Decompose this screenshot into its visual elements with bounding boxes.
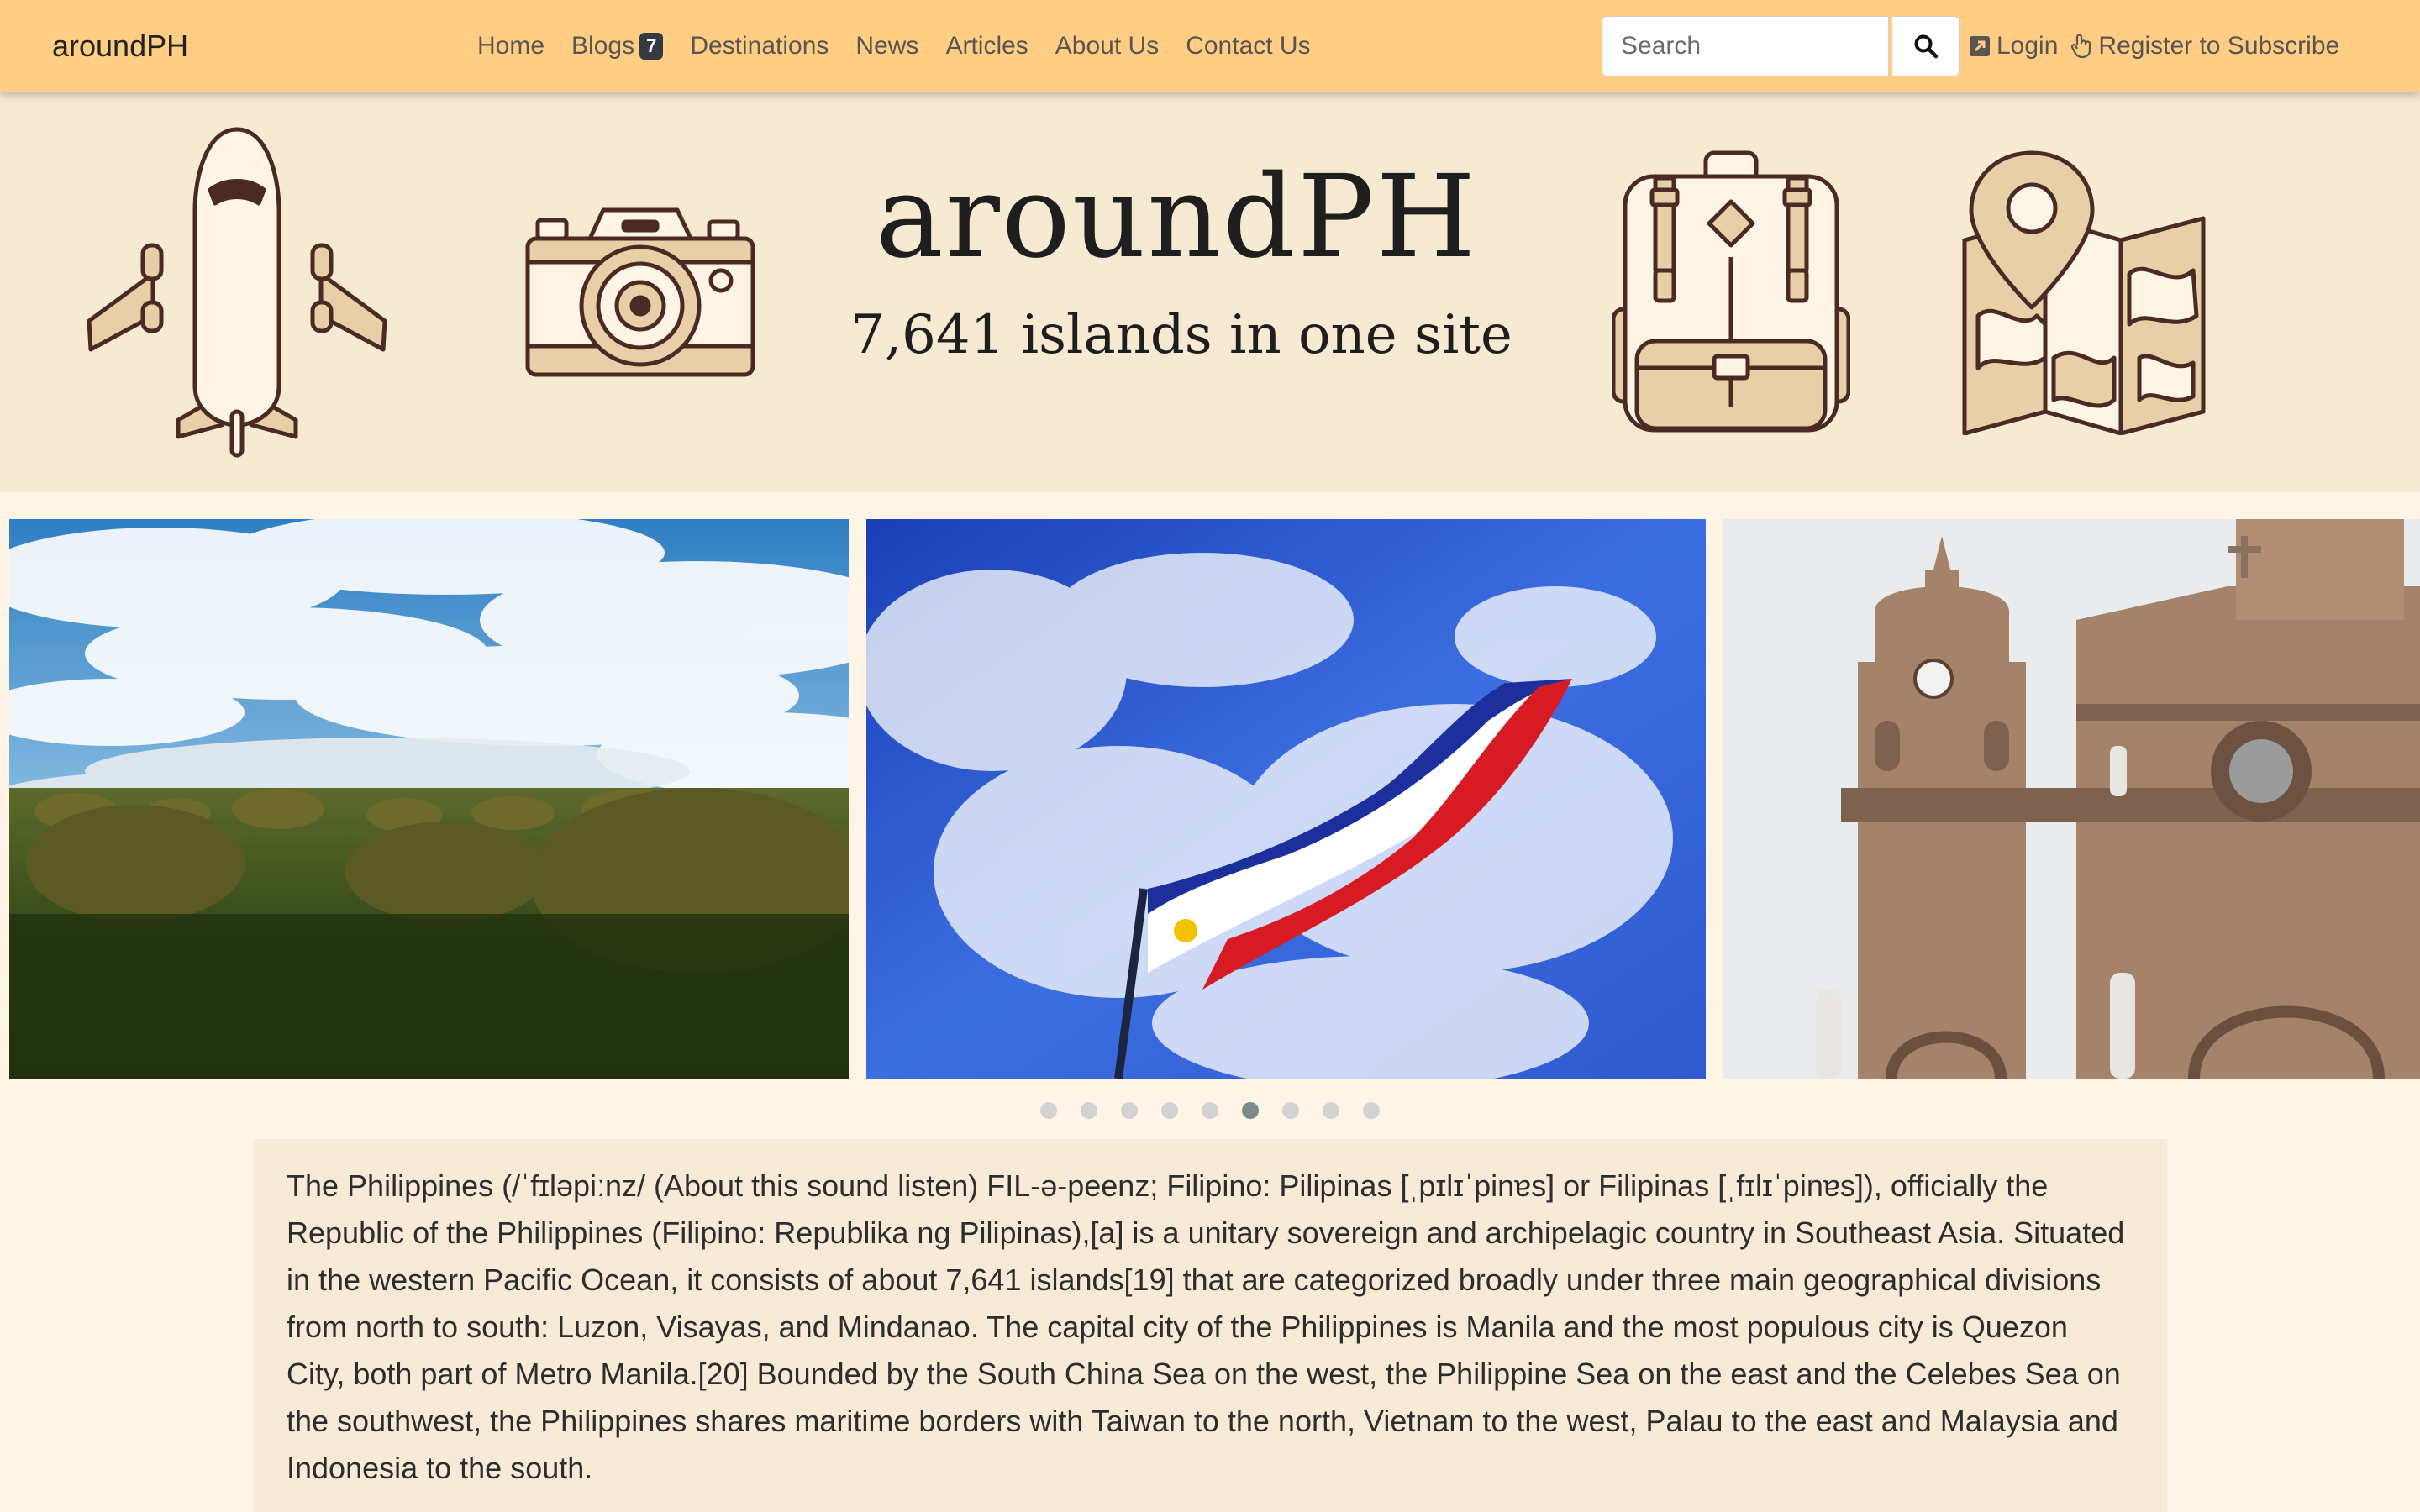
photo-carousel[interactable] xyxy=(0,519,2420,1079)
nav-news-link[interactable]: News xyxy=(855,32,918,60)
nav-about-link[interactable]: About Us xyxy=(1055,32,1159,60)
register-label: Register to Subscribe xyxy=(2098,32,2340,60)
carousel-dot[interactable] xyxy=(1282,1102,1299,1119)
slide-chocolate-hills[interactable] xyxy=(9,519,849,1079)
philippine-flag-photo xyxy=(866,519,1706,1079)
hand-pointer-icon xyxy=(2071,34,2091,59)
carousel-dot[interactable] xyxy=(1121,1102,1138,1119)
top-navbar: aroundPH Home Blogs 7 Destinations News … xyxy=(0,0,2420,92)
blogs-count-badge: 7 xyxy=(639,33,664,60)
login-icon xyxy=(1970,36,1990,56)
hero-banner: aroundPH 7,641 islands in one site xyxy=(0,92,2420,492)
search-input[interactable] xyxy=(1602,16,1889,76)
carousel-dot[interactable] xyxy=(1040,1102,1057,1119)
map-icon xyxy=(1962,150,2206,435)
nav-blogs-link[interactable]: Blogs 7 xyxy=(571,32,664,60)
nav-destinations-link[interactable]: Destinations xyxy=(690,32,829,60)
chocolate-hills-photo xyxy=(9,519,849,1079)
carousel-dot[interactable] xyxy=(1081,1102,1097,1119)
carousel-dot[interactable] xyxy=(1242,1102,1259,1119)
backpack-icon xyxy=(1612,150,1850,433)
brand-logo[interactable]: aroundPH xyxy=(52,0,188,92)
slide-manila-cathedral[interactable] xyxy=(1723,519,2420,1079)
nav-blogs-label: Blogs xyxy=(571,32,635,60)
carousel-indicators xyxy=(0,1102,2420,1119)
slide-philippine-flag[interactable] xyxy=(866,519,1706,1079)
nav-articles-link[interactable]: Articles xyxy=(945,32,1028,60)
search-button[interactable] xyxy=(1892,16,1960,76)
carousel-dot[interactable] xyxy=(1363,1102,1380,1119)
nav-links: Home Blogs 7 Destinations News Articles … xyxy=(464,0,1324,92)
carousel-dot[interactable] xyxy=(1202,1102,1218,1119)
manila-cathedral-photo xyxy=(1723,519,2420,1079)
intro-article: The Philippines (/ˈfɪləpiːnz/ (About thi… xyxy=(253,1139,2167,1512)
search-form xyxy=(1602,16,1960,76)
carousel-dot[interactable] xyxy=(1323,1102,1339,1119)
intro-paragraph: The Philippines (/ˈfɪləpiːnz/ (About thi… xyxy=(287,1168,2125,1485)
auth-links: Login Register to Subscribe xyxy=(1968,0,2351,92)
search-icon xyxy=(1914,34,1938,59)
nav-home-link[interactable]: Home xyxy=(477,32,544,60)
login-link[interactable]: Login xyxy=(1968,32,2058,60)
carousel-dot[interactable] xyxy=(1161,1102,1178,1119)
nav-contact-link[interactable]: Contact Us xyxy=(1186,32,1310,60)
login-label: Login xyxy=(1996,32,2059,60)
register-link[interactable]: Register to Subscribe xyxy=(2070,32,2339,60)
